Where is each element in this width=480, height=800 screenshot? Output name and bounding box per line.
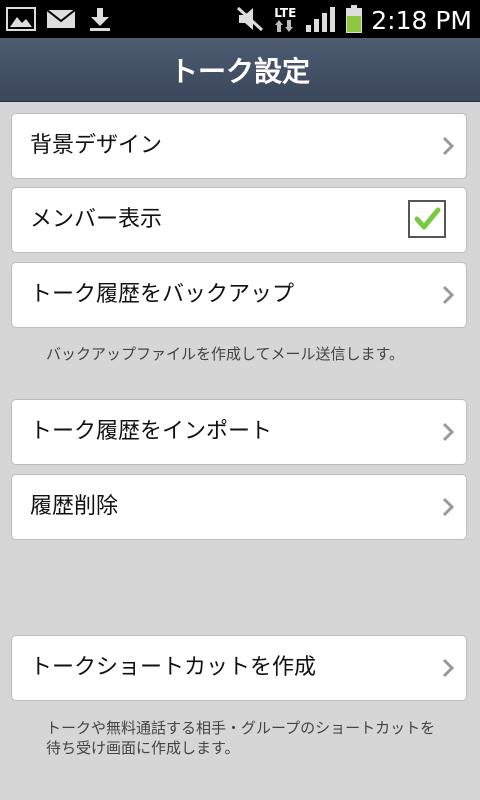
member-display-label: メンバー表示 (30, 207, 163, 232)
chevron-right-icon (442, 285, 455, 309)
delete-history-row[interactable]: 履歴削除 (11, 474, 467, 540)
battery-icon (345, 4, 363, 38)
checkmark-icon (414, 207, 441, 230)
page-title: トーク設定 (169, 54, 310, 88)
delete-history-label: 履歴削除 (30, 494, 119, 519)
background-design-label: 背景デザイン (30, 133, 163, 158)
chevron-right-icon (442, 658, 455, 682)
title-bar: トーク設定 (0, 38, 480, 102)
import-history-row[interactable]: トーク履歴をインポート (11, 399, 467, 465)
backup-note: バックアップファイルを作成してメール送信します。 (46, 345, 405, 363)
backup-history-row[interactable]: トーク履歴をバックアップ (11, 262, 467, 328)
download-icon (86, 6, 114, 36)
signal-icon (305, 5, 337, 37)
shortcut-note: トークや無料通話する相手・グループのショートカットを待ち受け画面に作成します。 (46, 719, 436, 757)
member-display-row[interactable]: メンバー表示 (11, 187, 467, 253)
member-display-checkbox[interactable] (408, 200, 446, 238)
lte-icon: LTE (273, 7, 297, 35)
backup-history-label: トーク履歴をバックアップ (30, 282, 295, 307)
status-bar: LTE 2:18 PM (0, 0, 480, 38)
chevron-right-icon (442, 422, 455, 446)
chevron-right-icon (442, 136, 455, 160)
import-history-label: トーク履歴をインポート (30, 419, 273, 444)
network-label: LTE (274, 6, 297, 20)
chevron-right-icon (442, 497, 455, 521)
background-design-row[interactable]: 背景デザイン (11, 113, 467, 179)
mail-icon (46, 6, 76, 36)
create-shortcut-label: トークショートカットを作成 (30, 655, 317, 680)
gallery-icon (6, 6, 36, 36)
create-shortcut-row[interactable]: トークショートカットを作成 (11, 635, 467, 701)
mute-icon (235, 5, 265, 37)
status-time: 2:18 PM (371, 6, 472, 35)
